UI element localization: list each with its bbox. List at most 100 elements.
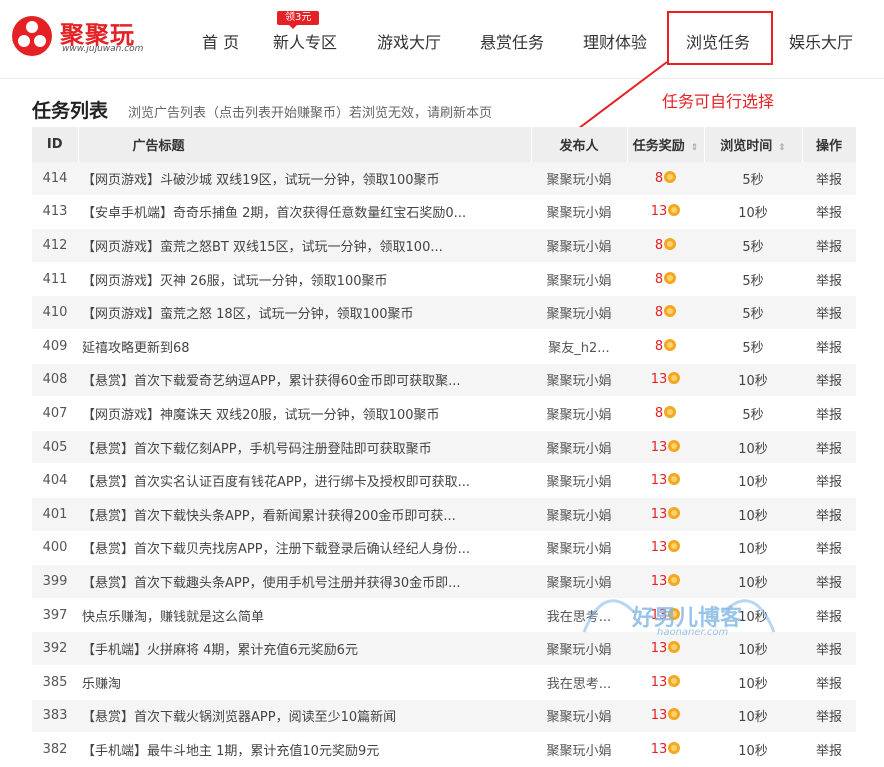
reward-value: 8 [654,338,664,354]
reward-value: 13 [650,473,668,489]
col-header-title-label: 广告标题 [132,139,185,154]
report-link[interactable]: 举报 [802,699,856,734]
col-header-time-label: 浏览时间 [720,139,773,154]
task-title-link[interactable]: 【悬赏】首次下载贝壳找房APP，注册下载登录后确认经纪人身份... [78,531,531,566]
nav-entertainment[interactable]: 娱乐大厅 [789,29,853,53]
report-link[interactable]: 举报 [802,631,856,666]
task-title-link[interactable]: 延禧攻略更新到68 [78,329,531,364]
nav-newcomer[interactable]: 新人专区 [273,29,337,53]
table-row[interactable]: 414 【网页游戏】斗破沙城 双线19区，试玩一分钟，领取100聚币 聚聚玩小娟 8 5… [32,162,856,196]
table-row[interactable]: 400 【悬赏】首次下载贝壳找房APP，注册下载登录后确认经纪人身份... 聚聚玩小… [32,531,856,566]
task-publisher: 聚聚玩小娟 [531,732,627,767]
report-link[interactable]: 举报 [802,162,856,196]
task-publisher: 聚聚玩小娟 [531,262,627,297]
report-link[interactable]: 举报 [802,732,856,767]
report-link[interactable]: 举报 [802,463,856,498]
task-id: 383 [32,699,78,734]
report-link[interactable]: 举报 [802,430,856,465]
coin-icon [668,708,681,721]
table-row[interactable]: 401 【悬赏】首次下载快头条APP，看新闻累计获得200金币即可获... 聚聚玩小… [32,497,856,532]
report-link[interactable]: 举报 [802,295,856,330]
nav-bounty-tasks[interactable]: 悬赏任务 [480,29,544,53]
task-reward: 13 [627,463,704,498]
task-id: 414 [32,162,78,196]
table-row[interactable]: 413 【安卓手机端】奇奇乐捕鱼 2期，首次获得任意数量红宝石奖励0... 聚聚玩小… [32,195,856,230]
task-browse-time: 10秒 [704,699,802,734]
report-link[interactable]: 举报 [802,363,856,398]
report-link[interactable]: 举报 [802,329,856,364]
task-title-link[interactable]: 【手机端】最牛斗地主 1期，累计充值10元奖励9元 [78,732,531,767]
task-title-link[interactable]: 【网页游戏】蛮荒之怒 18区，试玩一分钟，领取100聚币 [78,295,531,330]
task-reward: 13 [627,430,704,465]
task-title-link[interactable]: 【悬赏】首次下载爱奇艺纳逗APP，累计获得60金币即可获取聚... [78,363,531,398]
coin-icon [668,439,681,452]
table-row[interactable]: 410 【网页游戏】蛮荒之怒 18区，试玩一分钟，领取100聚币 聚聚玩小娟 8 5秒举… [32,295,856,330]
table-row[interactable]: 382 【手机端】最牛斗地主 1期，累计充值10元奖励9元 聚聚玩小娟 13 10秒 举报 [32,732,856,767]
task-id: 401 [32,497,78,532]
task-browse-time: 10秒 [704,195,802,230]
col-header-time[interactable]: 浏览时间 ⇕ [704,127,803,162]
report-link[interactable]: 举报 [802,564,856,599]
table-row[interactable]: 412 【网页游戏】蛮荒之怒BT 双线15区，试玩一分钟，领取100... 聚聚玩小… [32,228,856,263]
report-link[interactable]: 举报 [802,195,856,230]
report-link[interactable]: 举报 [802,262,856,297]
nav-finance[interactable]: 理财体验 [583,29,647,53]
report-link[interactable]: 举报 [802,396,856,431]
task-publisher: 聚聚玩小娟 [531,497,627,532]
task-title-link[interactable]: 【网页游戏】蛮荒之怒BT 双线15区，试玩一分钟，领取100... [78,228,531,263]
nav-game-hall[interactable]: 游戏大厅 [377,29,441,53]
table-row[interactable]: 409 延禧攻略更新到68 聚友_h2... 8 5秒 举报 [32,329,856,364]
report-link[interactable]: 举报 [802,228,856,263]
reward-value: 13 [650,506,668,522]
task-title-link[interactable]: 【悬赏】首次实名认证百度有钱花APP，进行绑卡及授权即可获取... [78,463,531,498]
task-id: 413 [32,195,78,230]
reward-value: 8 [654,305,664,321]
coin-icon [664,237,677,250]
coin-icon [664,405,677,418]
col-header-reward[interactable]: 任务奖励 ⇕ [627,127,705,162]
table-row[interactable]: 411 【网页游戏】灭神 26服，试玩一分钟，领取100聚币 聚聚玩小娟 8 5秒 举报 [32,262,856,297]
task-publisher: 聚聚玩小娟 [531,363,627,398]
task-browse-time: 10秒 [704,497,802,532]
sort-icon[interactable]: ⇕ [691,143,699,153]
table-row[interactable]: 404 【悬赏】首次实名认证百度有钱花APP，进行绑卡及授权即可获取... 聚聚玩小… [32,463,856,498]
site-logo[interactable]: 聚聚玩 www.jujuwan.com [10,12,150,60]
task-title-link[interactable]: 【手机端】火拼麻将 4期，累计充值6元奖励6元 [78,631,531,666]
task-title-link[interactable]: 【悬赏】首次下载快头条APP，看新闻累计获得200金币即可获... [78,497,531,532]
task-reward: 13 [627,195,704,230]
nav-home[interactable]: 首 页 [202,29,239,53]
task-id: 392 [32,631,78,666]
task-browse-time: 10秒 [704,732,802,767]
table-row[interactable]: 405 【悬赏】首次下载亿刻APP，手机号码注册登陆即可获取聚币 聚聚玩小娟 13 10… [32,430,856,465]
table-row[interactable]: 383 【悬赏】首次下载火锅浏览器APP，阅读至少10篇新闻 聚聚玩小娟 13 10秒举… [32,699,856,734]
task-id: 408 [32,363,78,398]
task-title-link[interactable]: 【悬赏】首次下载亿刻APP，手机号码注册登陆即可获取聚币 [78,430,531,465]
table-row[interactable]: 407 【网页游戏】神魔诛天 双线20服，试玩一分钟，领取100聚币 聚聚玩小娟 8 5… [32,396,856,431]
task-title-link[interactable]: 【网页游戏】灭神 26服，试玩一分钟，领取100聚币 [78,262,531,297]
task-reward: 8 [627,162,704,196]
table-body: 414 【网页游戏】斗破沙城 双线19区，试玩一分钟，领取100聚币 聚聚玩小娟 8 5… [32,162,856,767]
report-link[interactable]: 举报 [802,598,856,633]
reward-value: 13 [650,540,668,556]
task-title-link[interactable]: 【网页游戏】斗破沙城 双线19区，试玩一分钟，领取100聚币 [78,162,531,196]
sort-icon[interactable]: ⇕ [778,143,786,153]
task-id: 405 [32,430,78,465]
watermark-url: haonaner.com [657,627,729,638]
task-title-link[interactable]: 【网页游戏】神魔诛天 双线20服，试玩一分钟，领取100聚币 [78,396,531,431]
report-link[interactable]: 举报 [802,497,856,532]
reward-value: 8 [654,170,664,186]
task-publisher: 我在思考... [531,665,627,700]
task-title-link[interactable]: 乐赚淘 [78,665,531,700]
reward-value: 13 [650,741,668,757]
report-link[interactable]: 举报 [802,665,856,700]
task-title-link[interactable]: 【悬赏】首次下载火锅浏览器APP，阅读至少10篇新闻 [78,699,531,734]
table-row[interactable]: 408 【悬赏】首次下载爱奇艺纳逗APP，累计获得60金币即可获取聚... 聚聚玩小… [32,363,856,398]
task-title-link[interactable]: 【安卓手机端】奇奇乐捕鱼 2期，首次获得任意数量红宝石奖励0... [78,195,531,230]
task-title-link[interactable]: 快点乐赚淘，赚钱就是这么简单 [78,598,531,633]
task-publisher: 聚聚玩小娟 [531,162,627,196]
table-header-row: ID 广告标题 发布人 任务奖励 ⇕ 浏览时间 ⇕ 操作 [32,127,857,162]
table-row[interactable]: 385 乐赚淘 我在思考... 13 10秒 举报 [32,665,856,700]
task-reward: 8 [627,329,704,364]
task-title-link[interactable]: 【悬赏】首次下载趣头条APP，使用手机号注册并获得30金币即... [78,564,531,599]
report-link[interactable]: 举报 [802,531,856,566]
